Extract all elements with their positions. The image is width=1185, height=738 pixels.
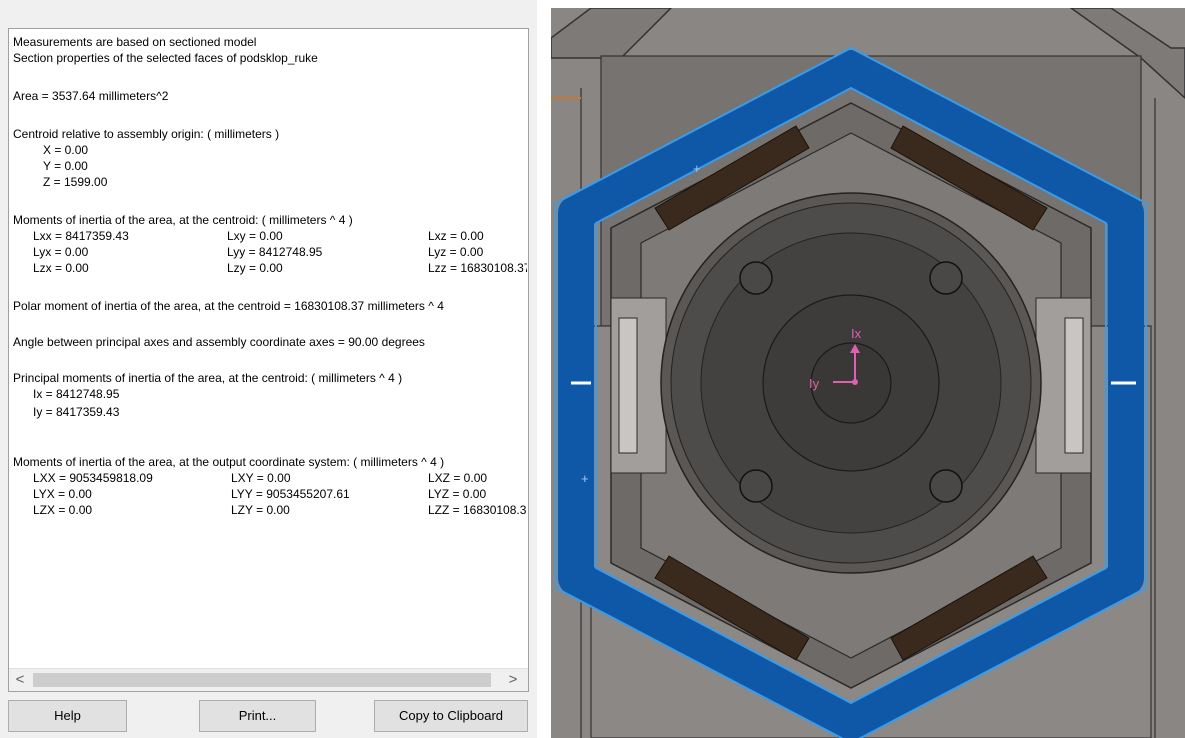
moments-title: Moments of inertia of the area, at the c… [13,213,353,227]
copy-to-clipboard-button[interactable]: Copy to Clipboard [374,700,528,732]
output-cell: LXY = 0.00 [231,471,291,485]
moments-cell: Lzz = 16830108.37 [428,261,527,275]
centroid-title: Centroid relative to assembly origin: ( … [13,127,280,141]
moments-cell: Lyz = 0.00 [428,245,484,259]
centroid-marker [852,379,858,385]
output-cell: LZZ = 16830108.37 [428,503,527,517]
bolt-hole [929,469,963,503]
moments-cell: Lxy = 0.00 [227,229,283,243]
centroid-x: X = 0.00 [43,143,89,157]
results-text-area[interactable]: Measurements are based on sectioned mode… [8,28,529,692]
scrollbar-thumb[interactable] [33,673,491,687]
header-line-1: Measurements are based on sectioned mode… [13,35,257,49]
print-button[interactable]: Print... [199,700,316,732]
principal-ix: Ix = 8412748.95 [33,387,120,401]
centroid-z: Z = 1599.00 [43,175,108,189]
output-cell: LYZ = 0.00 [428,487,487,501]
moments-cell: Lyy = 8412748.95 [227,245,323,259]
help-button[interactable]: Help [8,700,127,732]
output-cell: LXX = 9053459818.09 [33,471,153,485]
plus-marker: + [581,471,589,486]
section-properties-panel: Measurements are based on sectioned mode… [0,0,537,738]
axis-iy-label: Iy [809,376,820,391]
moments-cell: Lxx = 8417359.43 [33,229,129,243]
bracket-left-plate [618,317,638,454]
moments-cell: Lzx = 0.00 [33,261,89,275]
graphics-area[interactable]: + + Ix Iy [537,0,1185,738]
output-cell: LXZ = 0.00 [428,471,488,485]
scroll-left-arrow-icon[interactable]: < [11,671,29,689]
axis-ix-label: Ix [851,326,862,341]
centroid-y: Y = 0.00 [43,159,88,173]
bracket-right-plate [1064,317,1084,454]
moments-cell: Lyx = 0.00 [33,245,89,259]
bolt-hole [739,469,773,503]
moments-cell: Lzy = 0.00 [227,261,283,275]
output-cell: LYY = 9053455207.61 [231,487,350,501]
horizontal-scrollbar[interactable]: < > [9,668,528,691]
principal-angle: Angle between principal axes and assembl… [13,335,425,349]
output-cell: LYX = 0.00 [33,487,92,501]
output-title: Moments of inertia of the area, at the o… [13,455,445,469]
area-value: Area = 3537.64 millimeters^2 [13,89,169,103]
output-cell: LZY = 0.00 [231,503,290,517]
results-content: Measurements are based on sectioned mode… [9,29,527,665]
plus-marker: + [693,161,701,176]
polar-moment: Polar moment of inertia of the area, at … [13,299,444,313]
model-viewport[interactable]: + + Ix Iy [551,8,1185,738]
header-line-2: Section properties of the selected faces… [13,51,318,65]
scroll-right-arrow-icon[interactable]: > [504,671,522,689]
bolt-hole [929,261,963,295]
bolt-hole [739,261,773,295]
principal-iy: Iy = 8417359.43 [33,405,120,419]
moments-cell: Lxz = 0.00 [428,229,484,243]
principal-title: Principal moments of inertia of the area… [13,371,403,385]
output-cell: LZX = 0.00 [33,503,93,517]
